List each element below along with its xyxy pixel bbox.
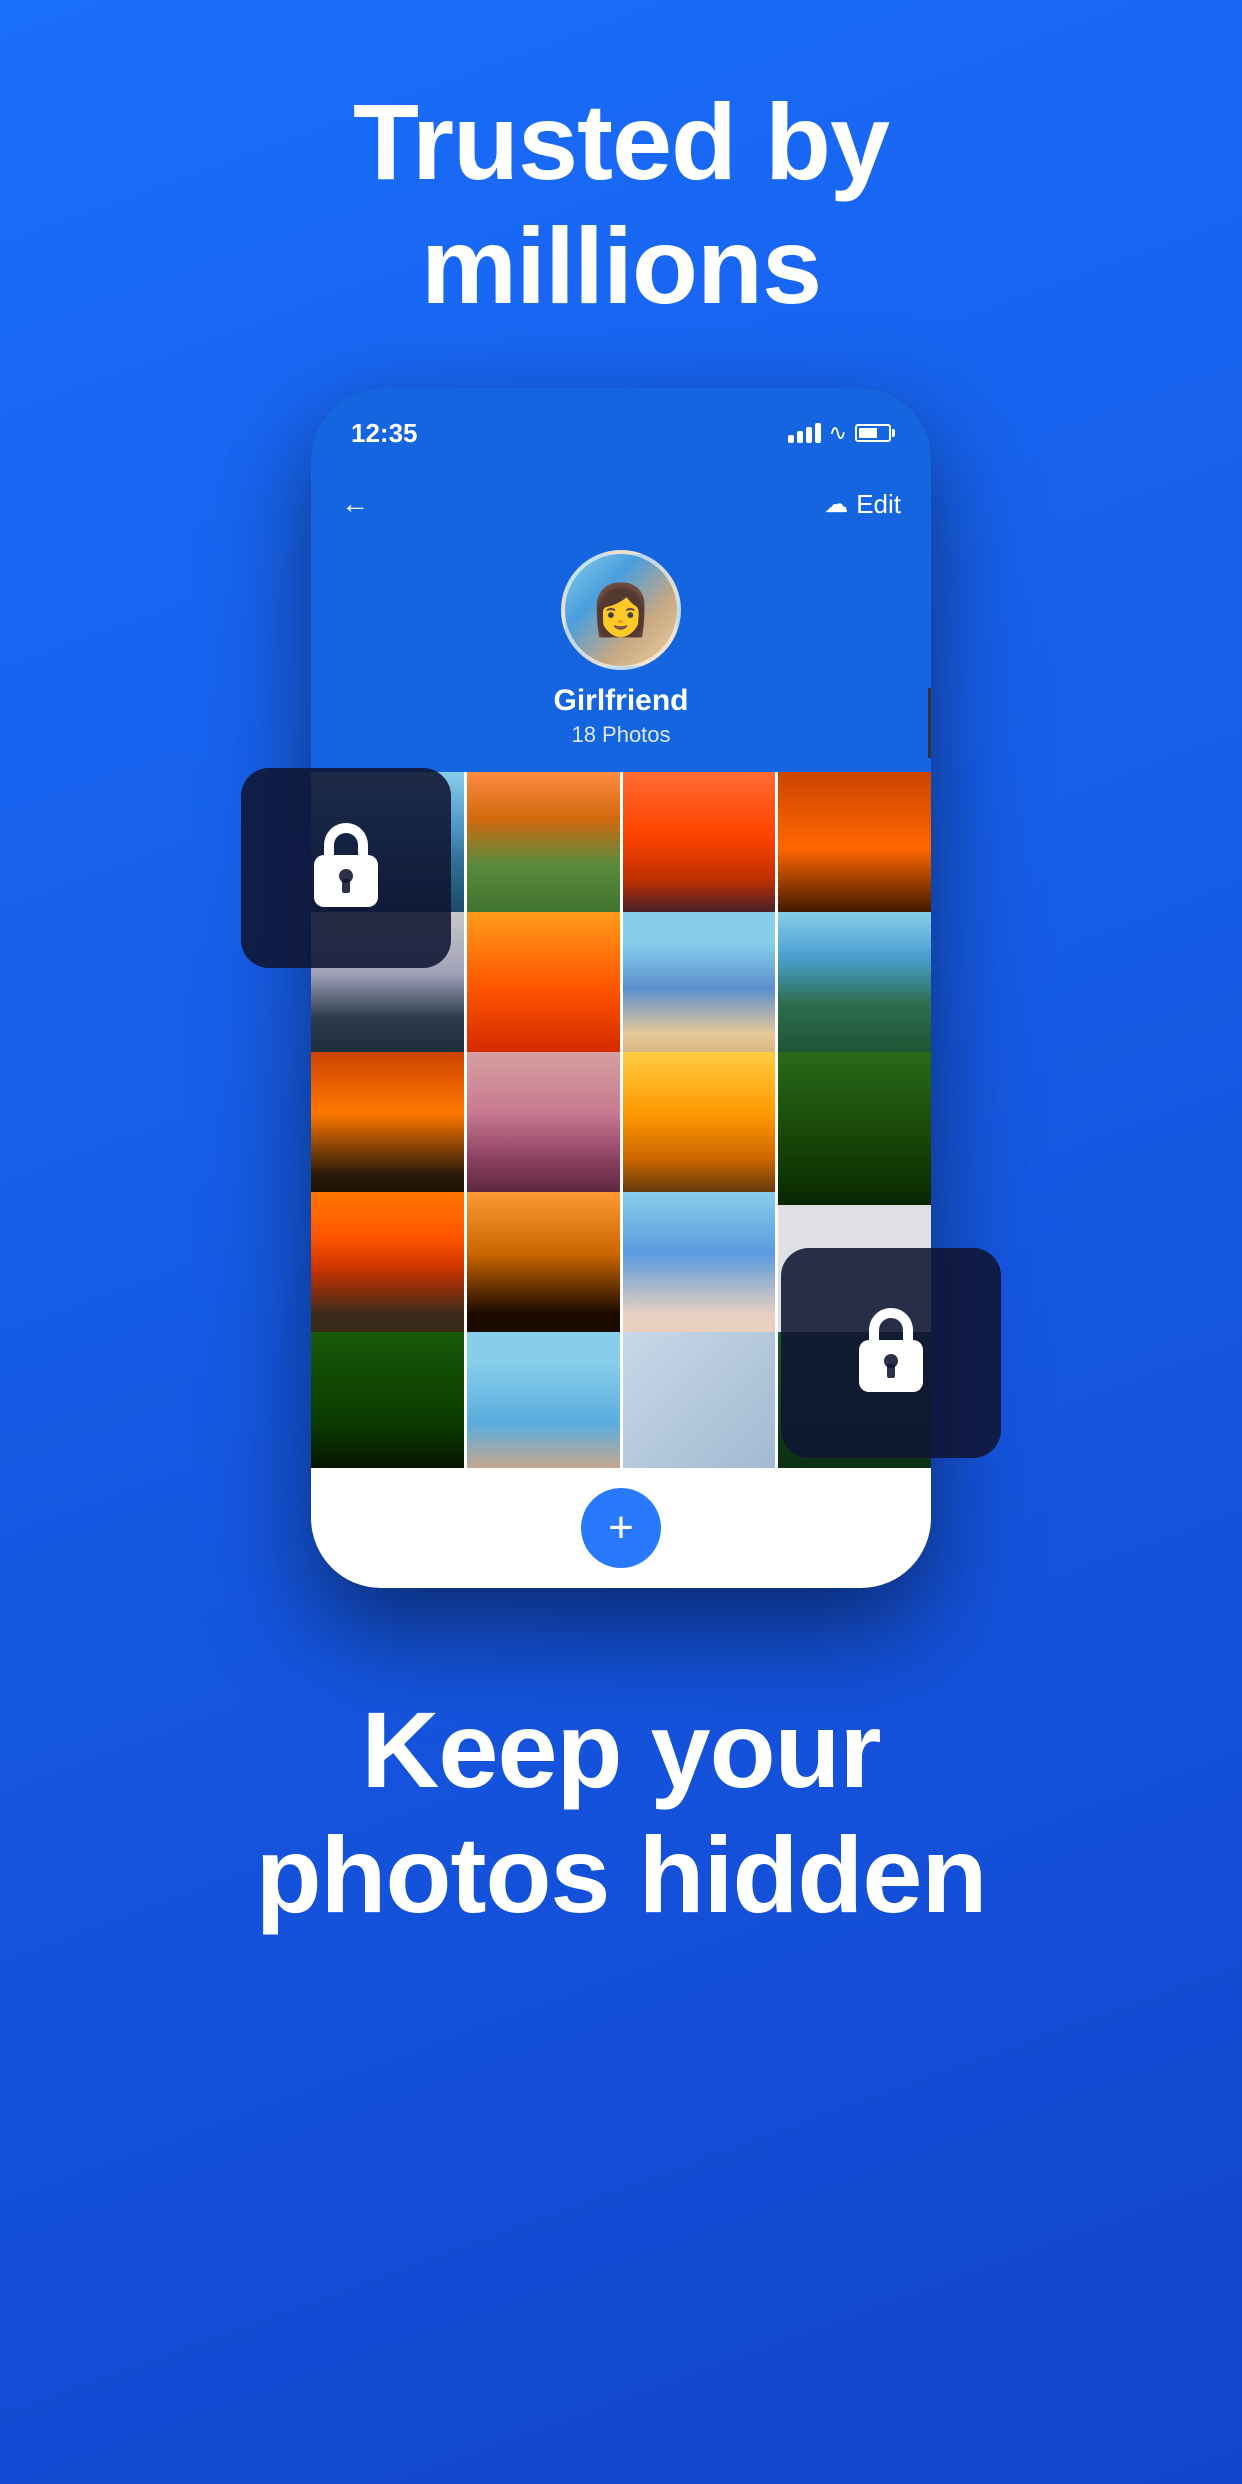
photo-cell[interactable] bbox=[623, 1332, 776, 1469]
header-title: Trusted by millions bbox=[353, 80, 889, 328]
photo-cell[interactable] bbox=[467, 1052, 620, 1205]
photo-cell[interactable] bbox=[467, 912, 620, 1065]
phone-mockup: 12:35 ∿ ← ☁ bbox=[241, 388, 1001, 1628]
photo-cell[interactable] bbox=[778, 912, 931, 1065]
wifi-icon: ∿ bbox=[829, 420, 847, 446]
photo-cell[interactable] bbox=[623, 912, 776, 1065]
photo-cell[interactable] bbox=[623, 1052, 776, 1205]
photo-cell[interactable] bbox=[467, 1332, 620, 1469]
photo-cell[interactable] bbox=[778, 1052, 931, 1205]
status-icons: ∿ bbox=[788, 420, 891, 446]
cloud-icon: ☁ bbox=[824, 490, 848, 519]
app-nav-header: ← ☁ Edit bbox=[311, 478, 931, 550]
battery-icon bbox=[855, 424, 891, 442]
photo-cell[interactable] bbox=[467, 772, 620, 925]
status-bar: 12:35 ∿ bbox=[311, 388, 931, 478]
photo-cell[interactable] bbox=[778, 772, 931, 925]
padlock-icon-left bbox=[311, 823, 381, 913]
add-photo-section: + bbox=[311, 1468, 931, 1588]
padlock-icon-right bbox=[856, 1308, 926, 1398]
profile-section: 👩 Girlfriend 18 Photos bbox=[311, 550, 931, 772]
signal-icon bbox=[788, 423, 821, 443]
photo-cell[interactable] bbox=[311, 1332, 464, 1469]
back-arrow-icon[interactable]: ← bbox=[341, 488, 369, 520]
photo-cell[interactable] bbox=[311, 1052, 464, 1205]
add-photo-button[interactable]: + bbox=[581, 1488, 661, 1568]
photo-cell[interactable] bbox=[311, 1192, 464, 1345]
profile-name: Girlfriend bbox=[553, 684, 688, 718]
photo-cell[interactable] bbox=[467, 1192, 620, 1345]
photo-cell[interactable] bbox=[623, 1192, 776, 1345]
photo-cell[interactable] bbox=[623, 772, 776, 925]
edit-button[interactable]: ☁ Edit bbox=[824, 489, 901, 520]
phone-time: 12:35 bbox=[351, 418, 418, 449]
lock-overlay-right bbox=[781, 1248, 1001, 1458]
phone-side-button bbox=[928, 688, 931, 758]
photo-count: 18 Photos bbox=[571, 722, 670, 748]
avatar: 👩 bbox=[561, 550, 681, 670]
footer-title: Keep your photos hidden bbox=[256, 1688, 987, 1936]
lock-overlay-left bbox=[241, 768, 451, 968]
